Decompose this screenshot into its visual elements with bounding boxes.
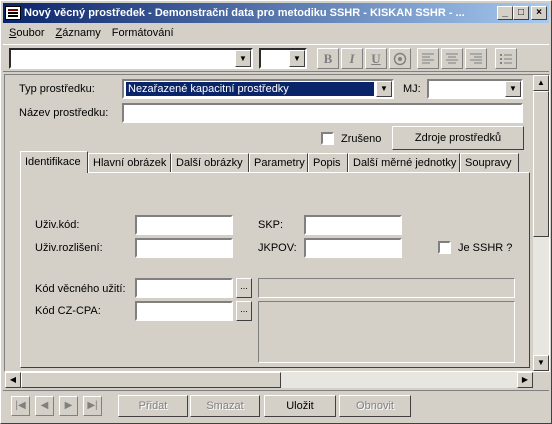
tab-dalsi-merne-jednotky[interactable]: Další měrné jednotky bbox=[348, 153, 460, 172]
scroll-down-icon[interactable]: ▼ bbox=[533, 355, 549, 371]
horizontal-scrollbar[interactable]: ◀ ▶ bbox=[5, 372, 533, 388]
maximize-button[interactable]: □ bbox=[513, 6, 529, 20]
palette-icon bbox=[393, 52, 407, 66]
next-record-icon[interactable]: ▶ bbox=[59, 396, 78, 416]
chevron-down-icon[interactable]: ▼ bbox=[505, 81, 521, 97]
typ-label: Typ prostředku: bbox=[19, 83, 95, 95]
align-right-button[interactable] bbox=[465, 48, 487, 69]
ulozit-button[interactable]: Uložit bbox=[264, 395, 336, 417]
window-title: Nový věcný prostředek - Demonstrační dat… bbox=[24, 7, 465, 19]
close-button[interactable]: × bbox=[531, 6, 547, 20]
mj-label: MJ: bbox=[403, 83, 421, 95]
italic-button[interactable]: I bbox=[341, 48, 363, 69]
kod-czcpa-input[interactable] bbox=[135, 301, 233, 321]
align-left-button[interactable] bbox=[417, 48, 439, 69]
text-color-button[interactable] bbox=[389, 48, 411, 69]
align-center-icon bbox=[446, 53, 458, 64]
tab-identifikace[interactable]: Identifikace bbox=[20, 151, 88, 173]
minimize-button[interactable]: _ bbox=[497, 6, 513, 20]
align-right-icon bbox=[470, 53, 482, 64]
pridat-button[interactable]: Přidat bbox=[118, 395, 188, 417]
first-record-icon[interactable]: |◀ bbox=[11, 396, 30, 416]
je-sshr-checkbox[interactable] bbox=[438, 241, 451, 254]
vertical-scrollbar[interactable]: ▲ ▼ bbox=[533, 75, 549, 371]
font-size-select[interactable]: ▼ bbox=[259, 48, 307, 69]
app-icon bbox=[5, 6, 21, 20]
menu-formatovani[interactable]: Formátování bbox=[106, 25, 179, 43]
chevron-down-icon[interactable]: ▼ bbox=[289, 50, 305, 67]
scroll-thumb[interactable] bbox=[533, 91, 549, 237]
menu-bar: Soubor Záznamy Formátování bbox=[3, 25, 179, 43]
tab-parametry[interactable]: Parametry bbox=[249, 153, 308, 172]
scroll-up-icon[interactable]: ▲ bbox=[533, 75, 549, 91]
chevron-down-icon[interactable]: ▼ bbox=[376, 81, 392, 97]
navigation-bar: |◀ ◀ ▶ ▶| Přidat Smazat Uložit Obnovit bbox=[3, 390, 549, 421]
app-window: Nový věcný prostředek - Demonstrační dat… bbox=[0, 0, 552, 424]
underline-button[interactable]: U bbox=[365, 48, 387, 69]
tab-hlavni-obrazek[interactable]: Hlavní obrázek bbox=[88, 153, 171, 172]
skp-label: SKP: bbox=[258, 219, 284, 231]
typ-value: Nezařazené kapacitní prostředky bbox=[126, 82, 374, 96]
typ-select[interactable]: Nezařazené kapacitní prostředky ▼ bbox=[122, 79, 394, 99]
tab-dalsi-obrazky[interactable]: Další obrázky bbox=[171, 153, 249, 172]
uziv-kod-label: Uživ.kód: bbox=[35, 219, 80, 231]
kod-czcpa-label: Kód CZ-CPA: bbox=[35, 305, 101, 317]
smazat-button[interactable]: Smazat bbox=[190, 395, 260, 417]
uziv-rozliseni-input[interactable] bbox=[135, 238, 233, 258]
kod-vecneho-input[interactable] bbox=[135, 278, 233, 298]
skp-input[interactable] bbox=[304, 215, 402, 235]
align-center-button[interactable] bbox=[441, 48, 463, 69]
scroll-left-icon[interactable]: ◀ bbox=[5, 372, 21, 388]
tab-popis[interactable]: Popis bbox=[308, 153, 348, 172]
kod-vecneho-description bbox=[258, 278, 515, 298]
chevron-down-icon[interactable]: ▼ bbox=[235, 50, 251, 67]
prev-record-icon[interactable]: ◀ bbox=[35, 396, 54, 416]
menu-zaznamy[interactable]: Záznamy bbox=[49, 25, 105, 43]
bullet-list-button[interactable] bbox=[495, 48, 517, 69]
zruseno-label: Zrušeno bbox=[341, 133, 382, 145]
kod-czcpa-description bbox=[258, 301, 515, 363]
uziv-kod-input[interactable] bbox=[135, 215, 233, 235]
obnovit-button[interactable]: Obnovit bbox=[339, 395, 411, 417]
scroll-right-icon[interactable]: ▶ bbox=[517, 372, 533, 388]
bold-button[interactable]: B bbox=[317, 48, 339, 69]
kod-vecneho-browse-button[interactable]: ... bbox=[236, 278, 252, 298]
menu-soubor[interactable]: Soubor bbox=[3, 25, 49, 43]
format-toolbar: ▼ ▼ B I U bbox=[3, 44, 549, 72]
jkpov-label: JKPOV: bbox=[258, 242, 297, 254]
zdroje-button[interactable]: Zdroje prostředků bbox=[392, 126, 524, 150]
tab-soupravy[interactable]: Soupravy bbox=[460, 153, 519, 172]
kod-czcpa-browse-button[interactable]: ... bbox=[236, 301, 252, 321]
last-record-icon[interactable]: ▶| bbox=[83, 396, 102, 416]
zruseno-checkbox[interactable] bbox=[321, 132, 334, 145]
nazev-input[interactable] bbox=[122, 103, 523, 123]
mj-select[interactable]: ▼ bbox=[427, 79, 523, 99]
jkpov-input[interactable] bbox=[304, 238, 402, 258]
je-sshr-label: Je SSHR ? bbox=[458, 242, 513, 254]
nazev-label: Název prostředku: bbox=[19, 107, 109, 119]
bullet-list-icon bbox=[500, 54, 512, 64]
uziv-rozliseni-label: Uživ.rozlišení: bbox=[35, 242, 103, 254]
kod-vecneho-label: Kód věcného užití: bbox=[35, 283, 126, 295]
align-left-icon bbox=[422, 53, 434, 64]
scroll-thumb-horizontal[interactable] bbox=[21, 372, 281, 388]
title-bar[interactable]: Nový věcný prostředek - Demonstrační dat… bbox=[3, 3, 549, 23]
font-select[interactable]: ▼ bbox=[9, 48, 253, 69]
